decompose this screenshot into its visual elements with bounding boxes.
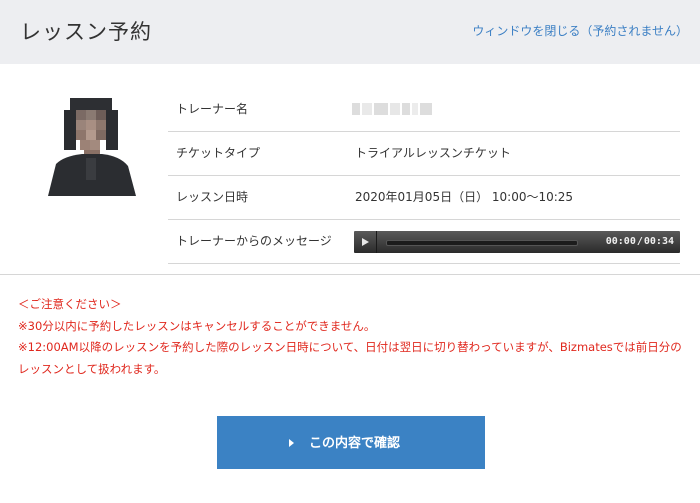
ticket-type-label: チケットタイプ (176, 146, 261, 160)
section-divider (0, 274, 700, 275)
audio-current-time: 00:00 (605, 236, 636, 247)
confirm-button[interactable]: この内容で確認 (217, 416, 485, 469)
page-header: レッスン予約 ウィンドウを閉じる（予約されません） (0, 0, 700, 64)
booking-details: トレーナー名 チケットタイプ トライアルレッスンチケット レッスン日時 2020… (168, 88, 680, 264)
trainer-message-label: トレーナーからのメッセージ (176, 234, 332, 248)
lesson-datetime-label: レッスン日時 (176, 190, 249, 204)
notice-line-cancel: ※30分以内に予約したレッスンはキャンセルすることができません。 (18, 318, 376, 333)
trainer-name-blurred (352, 103, 440, 115)
caution-notice: ＜ご注意ください＞ ※30分以内に予約したレッスンはキャンセルすることができませ… (18, 294, 682, 380)
lesson-datetime-value: 2020年01月05日（日） 10:00〜10:25 (355, 190, 574, 204)
notice-heading: ＜ご注意ください＞ (18, 297, 122, 311)
audio-time-separator: / (636, 236, 643, 247)
notice-line-date: ※12:00AM以降のレッスンを予約した際のレッスン日時について、日付は翌日に切… (18, 340, 682, 376)
audio-progress-track[interactable] (386, 240, 578, 246)
play-icon[interactable] (354, 231, 377, 253)
page-title: レッスン予約 (20, 20, 152, 44)
ticket-type-value: トライアルレッスンチケット (355, 146, 511, 160)
audio-time-display: 00:00/00:34 (606, 231, 674, 253)
trainer-avatar (44, 92, 138, 196)
confirm-button-label: この内容で確認 (309, 435, 401, 450)
trainer-photo (44, 92, 138, 196)
trainer-name-label: トレーナー名 (176, 102, 249, 116)
arrow-right-icon (289, 439, 294, 447)
close-window-link[interactable]: ウィンドウを閉じる（予約されません） (472, 22, 688, 39)
detail-row-trainer: トレーナー名 (168, 88, 680, 132)
audio-duration: 00:34 (643, 236, 674, 247)
detail-row-ticket: チケットタイプ トライアルレッスンチケット (168, 132, 680, 176)
audio-player: 00:00/00:34 (354, 231, 680, 253)
detail-row-datetime: レッスン日時 2020年01月05日（日） 10:00〜10:25 (168, 176, 680, 220)
